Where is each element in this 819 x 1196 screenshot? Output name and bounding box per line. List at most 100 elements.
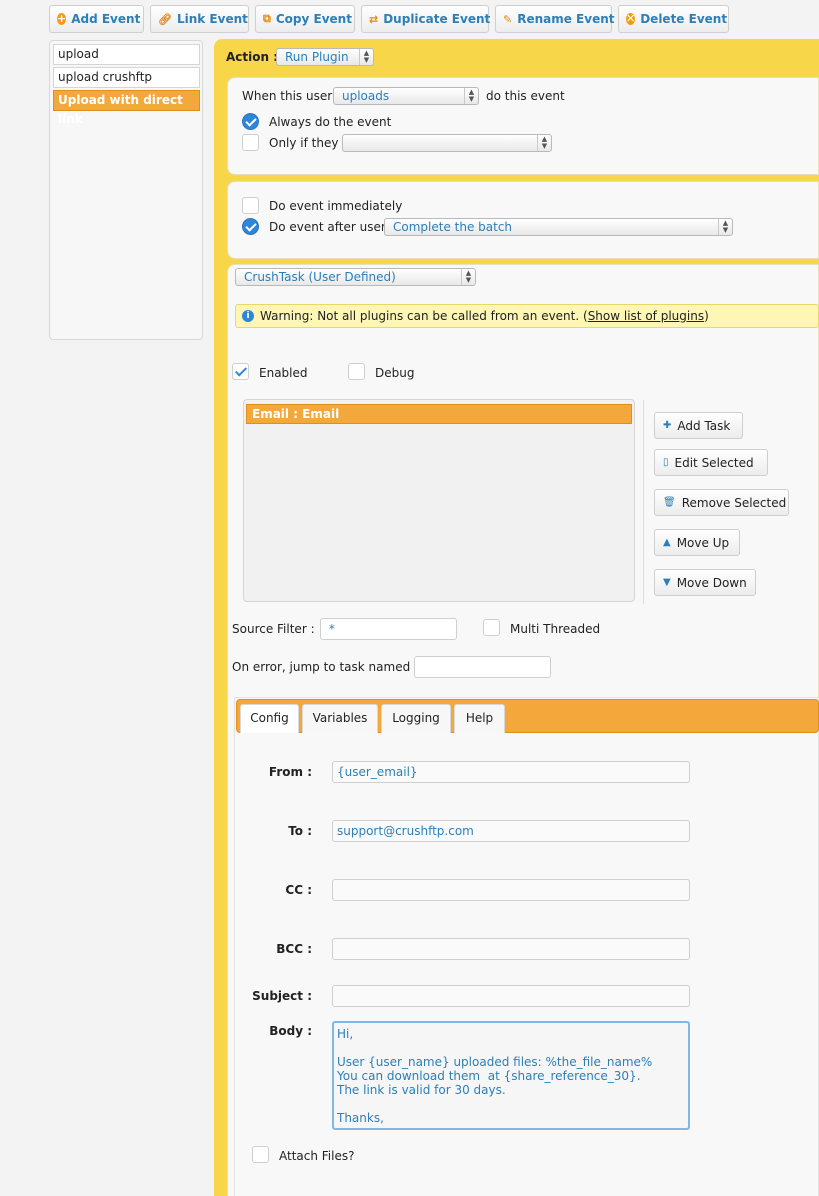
rename-event-label: Rename Event — [517, 12, 615, 26]
subject-field[interactable] — [332, 985, 690, 1007]
enabled-checkbox[interactable] — [232, 363, 249, 380]
duplicate-icon: ⇄ — [369, 12, 379, 26]
always-do-label: Always do the event — [269, 115, 392, 129]
source-filter-input[interactable]: * — [320, 618, 457, 640]
tab-help[interactable]: Help — [454, 704, 505, 733]
enabled-label: Enabled — [259, 366, 308, 380]
remove-selected-label: Remove Selected — [681, 495, 787, 510]
only-if-checkbox[interactable] — [242, 134, 259, 151]
from-label: From : — [268, 765, 312, 779]
action-select[interactable]: Run Plugin ▲ ▼ — [276, 48, 374, 66]
add-event-button[interactable]: + Add Event — [49, 5, 144, 33]
add-event-label: Add Event — [71, 12, 141, 26]
add-task-label: Add Task — [677, 418, 731, 433]
when-user-label: When this user — [242, 89, 333, 103]
do-immediately-checkbox[interactable] — [242, 197, 259, 214]
event-item-upload-with-direct-link[interactable]: Upload with direct link — [53, 90, 200, 126]
plus-icon: ✚ — [663, 420, 672, 431]
move-down-button[interactable]: ▼ Move Down — [654, 569, 756, 596]
tab-variables[interactable]: Variables — [302, 704, 378, 733]
action-label: Action : — [226, 50, 279, 64]
duplicate-event-button[interactable]: ⇄ Duplicate Event — [361, 5, 491, 33]
toolbar: + Add Event 🔗︎ Link Event ⧉ Copy Event ⇄… — [0, 0, 819, 38]
do-this-event-label: do this event — [486, 89, 565, 103]
on-error-label: On error, jump to task named : — [232, 660, 419, 674]
on-error-input[interactable] — [414, 656, 551, 678]
select-arrows-icon: ▲ ▼ — [718, 219, 732, 235]
divider — [643, 400, 644, 604]
rename-event-button[interactable]: ✎ Rename Event — [495, 5, 615, 33]
plus-circle-icon: + — [57, 12, 67, 25]
move-down-label: Move Down — [676, 575, 747, 590]
bcc-field[interactable] — [332, 938, 690, 960]
show-plugins-link[interactable]: Show list of plugins — [588, 309, 704, 323]
always-do-checkbox[interactable] — [242, 113, 259, 130]
attach-files-label: Attach Files? — [279, 1149, 355, 1163]
cc-label: CC : — [285, 883, 312, 897]
multi-threaded-label: Multi Threaded — [510, 622, 601, 636]
attach-files-checkbox[interactable] — [252, 1146, 269, 1163]
body-textarea[interactable]: Hi, User {user_name} uploaded files: %th… — [332, 1021, 690, 1130]
body-label: Body : — [269, 1024, 312, 1038]
task-item-email[interactable]: Email : Email — [246, 404, 632, 424]
add-task-button[interactable]: ✚ Add Task — [654, 412, 743, 439]
do-after-select[interactable]: Complete the batch ▲ ▼ — [384, 218, 733, 236]
event-list: upload upload crushftp Upload with direc… — [49, 40, 203, 340]
event-item-upload-crushftp[interactable]: upload crushftp — [53, 67, 200, 88]
do-after-value: Complete the batch — [393, 220, 513, 234]
delete-event-label: Delete Event — [640, 12, 728, 26]
subject-label: Subject : — [252, 989, 312, 1003]
warning-text: Not all plugins can be called from an ev… — [313, 309, 588, 323]
action-select-value: Run Plugin — [285, 50, 349, 64]
task-list[interactable]: Email : Email — [243, 399, 635, 602]
edit-selected-button[interactable]: ▯ Edit Selected — [654, 449, 768, 476]
delete-event-button[interactable]: ✕ Delete Event — [618, 5, 729, 33]
source-filter-label: Source Filter : — [232, 622, 315, 636]
to-field[interactable]: support@crushftp.com — [332, 820, 690, 842]
copy-icon: ⧉ — [263, 12, 271, 25]
plugin-warning: i Warning: Not all plugins can be called… — [235, 304, 819, 328]
user-action-select[interactable]: uploads ▲ ▼ — [333, 87, 479, 105]
from-field[interactable]: {user_email} — [332, 761, 690, 783]
multi-threaded-checkbox[interactable] — [483, 619, 500, 636]
remove-selected-button[interactable]: 🗑︎ Remove Selected — [654, 489, 789, 516]
only-if-label: Only if they — [269, 136, 339, 150]
copy-event-button[interactable]: ⧉ Copy Event — [255, 5, 355, 33]
bcc-label: BCC : — [276, 942, 312, 956]
warning-prefix: Warning: — [260, 309, 314, 323]
debug-label: Debug — [375, 366, 415, 380]
trash-icon: 🗑︎ — [663, 497, 676, 508]
edit-selected-label: Edit Selected — [674, 455, 754, 470]
link-event-button[interactable]: 🔗︎ Link Event — [150, 5, 249, 33]
tab-logging[interactable]: Logging — [381, 704, 451, 733]
triangle-up-icon: ▲ — [663, 537, 671, 548]
do-immediately-label: Do event immediately — [269, 199, 403, 213]
select-arrows-icon: ▲ ▼ — [537, 135, 551, 151]
plugin-select[interactable]: CrushTask (User Defined) ▲ ▼ — [235, 268, 476, 286]
event-item-upload[interactable]: upload — [53, 44, 200, 65]
select-arrows-icon: ▲ ▼ — [464, 88, 478, 104]
cc-field[interactable] — [332, 879, 690, 901]
copy-event-label: Copy Event — [275, 12, 352, 26]
do-after-checkbox[interactable] — [242, 218, 259, 235]
warning-suffix: ) — [704, 309, 709, 323]
tab-config[interactable]: Config — [240, 704, 299, 733]
to-label: To : — [288, 824, 312, 838]
pencil-icon: ✎ — [503, 12, 513, 26]
do-after-label: Do event after user — [269, 220, 386, 234]
only-if-select[interactable]: ▲ ▼ — [342, 134, 552, 152]
x-circle-icon: ✕ — [626, 12, 636, 25]
move-up-label: Move Up — [676, 535, 730, 550]
user-action-value: uploads — [342, 89, 390, 103]
select-arrows-icon: ▲ ▼ — [461, 269, 475, 285]
plugin-select-value: CrushTask (User Defined) — [244, 270, 396, 284]
link-event-label: Link Event — [176, 12, 248, 26]
info-icon: i — [242, 310, 254, 322]
link-icon: 🔗︎ — [158, 12, 172, 26]
duplicate-event-label: Duplicate Event — [383, 12, 491, 26]
select-arrows-icon: ▲ ▼ — [359, 49, 373, 65]
move-up-button[interactable]: ▲ Move Up — [654, 529, 740, 556]
debug-checkbox[interactable] — [348, 363, 365, 380]
triangle-down-icon: ▼ — [663, 577, 671, 588]
document-icon: ▯ — [663, 457, 669, 468]
